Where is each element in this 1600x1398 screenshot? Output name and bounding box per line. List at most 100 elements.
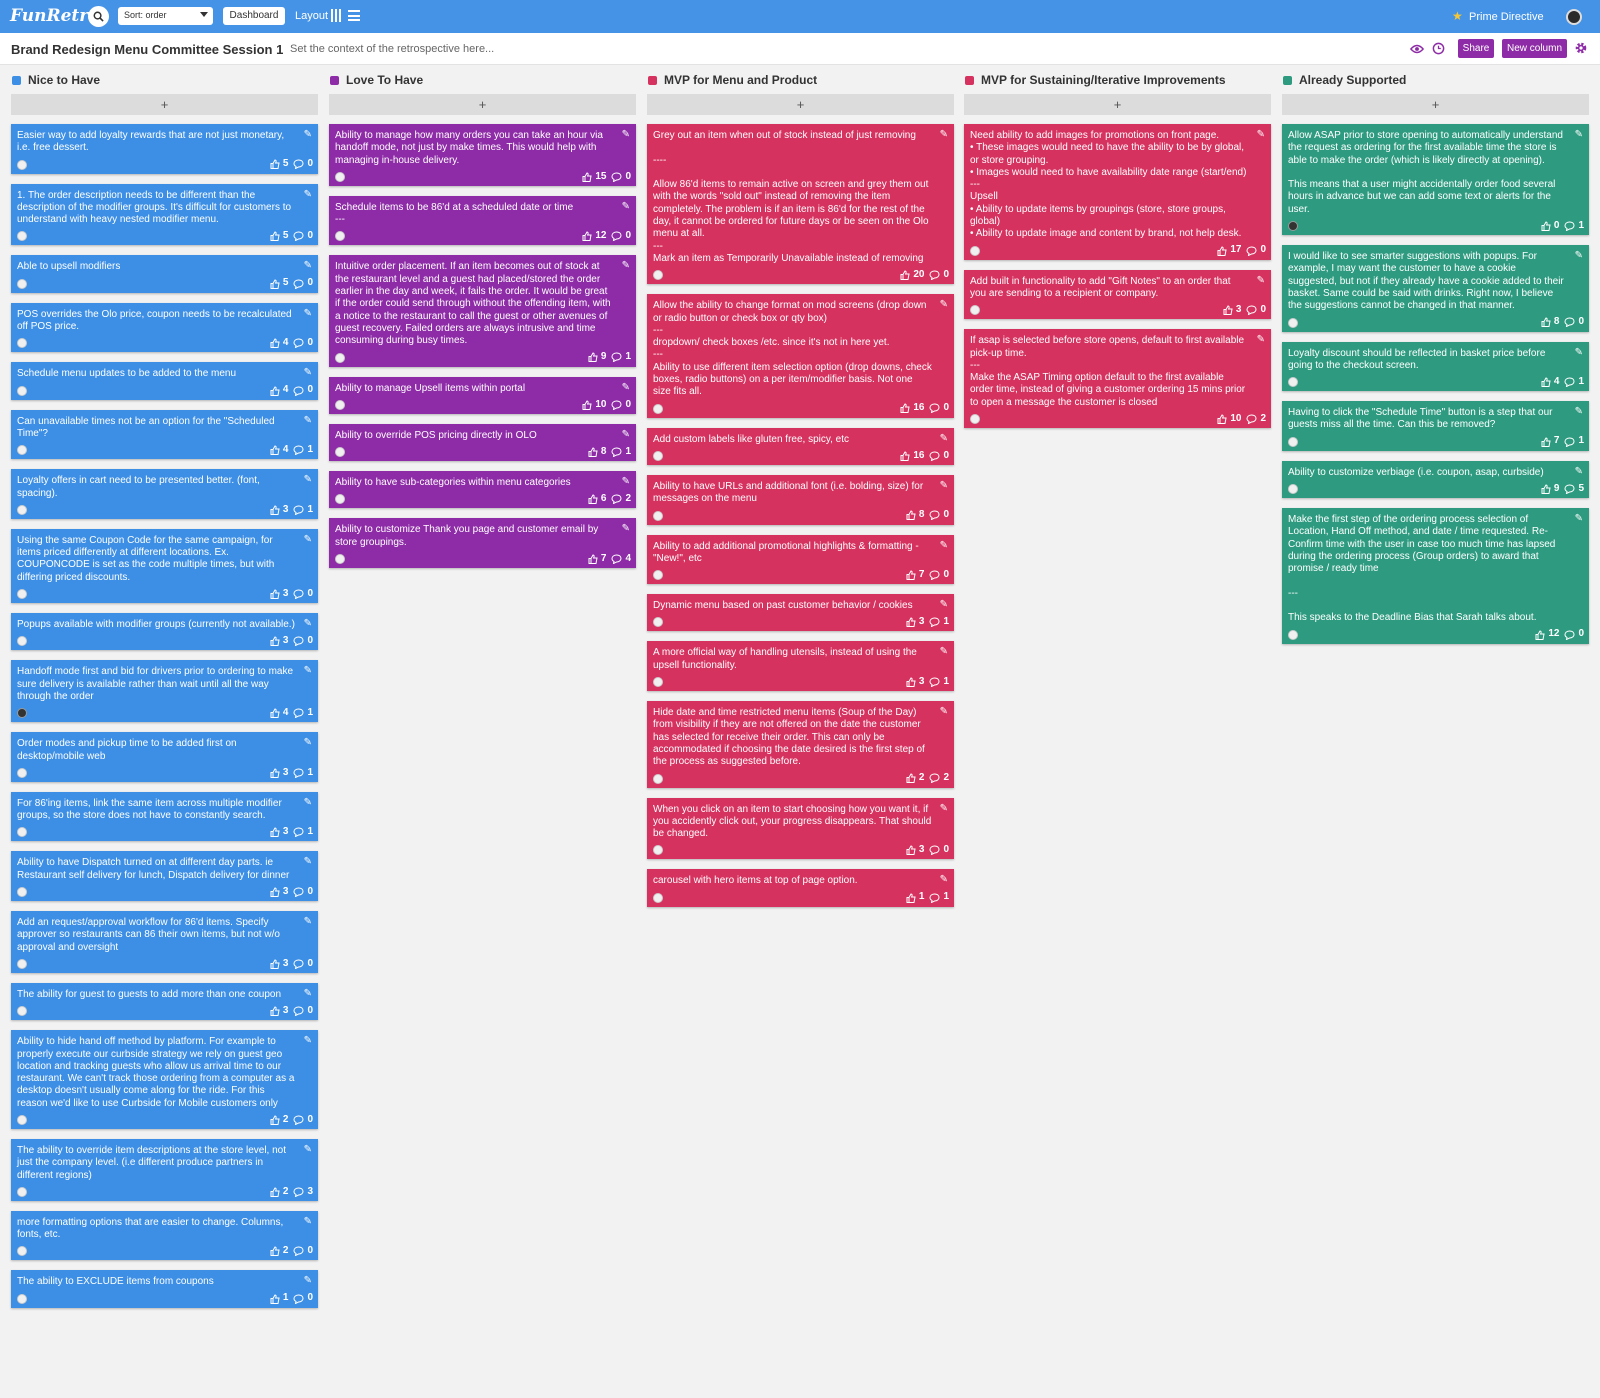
retro-card[interactable]: Ability to override POS pricing directly… — [329, 423, 636, 462]
retro-card[interactable]: Can unavailable times not be an option f… — [11, 409, 318, 460]
retro-card[interactable]: Hide date and time restricted menu items… — [647, 701, 954, 788]
pencil-icon[interactable]: ✎ — [304, 1144, 312, 1156]
thumbs-up-icon[interactable] — [1541, 437, 1551, 447]
thumbs-up-icon[interactable] — [270, 386, 280, 396]
thumbs-up-icon[interactable] — [906, 773, 916, 784]
pencil-icon[interactable]: ✎ — [940, 599, 948, 611]
thumbs-up-icon[interactable] — [270, 1294, 280, 1304]
clock-icon[interactable] — [1432, 42, 1445, 55]
column-title[interactable]: Nice to Have — [28, 73, 100, 87]
gear-icon[interactable] — [1574, 41, 1588, 55]
new-column-button[interactable]: New column — [1502, 39, 1567, 58]
comment-icon[interactable] — [293, 768, 304, 778]
comment-icon[interactable] — [293, 1187, 304, 1197]
pencil-icon[interactable]: ✎ — [622, 201, 630, 213]
pencil-icon[interactable]: ✎ — [1575, 250, 1583, 262]
user-avatar[interactable] — [1566, 9, 1582, 25]
pencil-icon[interactable]: ✎ — [304, 797, 312, 809]
board-title[interactable]: Brand Redesign Menu Committee Session 1 — [11, 42, 283, 57]
thumbs-up-icon[interactable] — [1535, 630, 1545, 640]
comment-icon[interactable] — [293, 887, 304, 897]
thumbs-up-icon[interactable] — [588, 554, 598, 564]
retro-card[interactable]: Loyalty discount should be reflected in … — [1282, 341, 1589, 392]
retro-card[interactable]: Ability to have sub-categories within me… — [329, 471, 636, 509]
pencil-icon[interactable]: ✎ — [1575, 347, 1583, 359]
thumbs-up-icon[interactable] — [588, 447, 598, 457]
retro-card[interactable]: Dynamic menu based on past customer beha… — [647, 594, 954, 632]
comment-icon[interactable] — [929, 403, 940, 414]
comment-icon[interactable] — [1246, 305, 1257, 316]
pencil-icon[interactable]: ✎ — [622, 382, 630, 394]
pencil-icon[interactable]: ✎ — [304, 737, 312, 749]
thumbs-up-icon[interactable] — [906, 617, 916, 628]
comment-icon[interactable] — [293, 338, 304, 349]
retro-card[interactable]: Schedule items to be 86'd at a scheduled… — [329, 195, 636, 246]
retro-card[interactable]: Ability to manage how many orders you ca… — [329, 124, 636, 186]
thumbs-up-icon[interactable] — [1541, 484, 1551, 494]
retro-card[interactable]: Allow the ability to change format on mo… — [647, 294, 954, 418]
thumbs-up-icon[interactable] — [900, 270, 910, 281]
thumbs-up-icon[interactable] — [270, 768, 280, 778]
comment-icon[interactable] — [293, 445, 304, 456]
comment-icon[interactable] — [929, 570, 940, 580]
pencil-icon[interactable]: ✎ — [304, 367, 312, 379]
comment-icon[interactable] — [293, 386, 304, 396]
comment-icon[interactable] — [293, 708, 304, 719]
funretro-logo[interactable]: FunRetro — [10, 6, 100, 26]
prime-directive-link[interactable]: Prime Directive — [1469, 11, 1544, 23]
thumbs-up-icon[interactable] — [906, 510, 916, 521]
comment-icon[interactable] — [929, 845, 940, 856]
thumbs-up-icon[interactable] — [270, 1115, 280, 1125]
pencil-icon[interactable]: ✎ — [940, 874, 948, 886]
pencil-icon[interactable]: ✎ — [622, 129, 630, 141]
retro-card[interactable]: Order modes and pickup time to be added … — [11, 732, 318, 782]
retro-card[interactable]: When you click on an item to start choos… — [647, 797, 954, 860]
pencil-icon[interactable]: ✎ — [304, 474, 312, 486]
thumbs-up-icon[interactable] — [270, 338, 280, 349]
pencil-icon[interactable]: ✎ — [940, 706, 948, 718]
retro-card[interactable]: The ability to EXCLUDE items from coupon… — [11, 1270, 318, 1308]
comment-icon[interactable] — [611, 554, 622, 564]
pencil-icon[interactable]: ✎ — [940, 540, 948, 552]
thumbs-up-icon[interactable] — [906, 570, 916, 580]
comment-icon[interactable] — [929, 270, 940, 281]
retro-card[interactable]: Ability to hide hand off method by platf… — [11, 1030, 318, 1129]
comment-icon[interactable] — [929, 510, 940, 521]
comment-icon[interactable] — [611, 172, 622, 182]
thumbs-up-icon[interactable] — [270, 1246, 280, 1257]
comment-icon[interactable] — [293, 231, 304, 242]
comment-icon[interactable] — [293, 1115, 304, 1125]
add-card-button[interactable]: + — [647, 94, 954, 115]
rows-icon[interactable] — [348, 10, 360, 21]
comment-icon[interactable] — [611, 231, 622, 242]
eye-icon[interactable] — [1410, 43, 1424, 55]
retro-card[interactable]: Need ability to add images for promotion… — [964, 124, 1271, 260]
retro-card[interactable]: more formatting options that are easier … — [11, 1210, 318, 1261]
thumbs-up-icon[interactable] — [270, 636, 280, 647]
pencil-icon[interactable]: ✎ — [304, 415, 312, 427]
sort-select[interactable]: Sort: order — [118, 7, 213, 25]
comment-icon[interactable] — [1564, 437, 1575, 447]
column-title[interactable]: MVP for Menu and Product — [664, 73, 817, 87]
retro-card[interactable]: Ability to have URLs and additional font… — [647, 474, 954, 525]
retro-card[interactable]: A more official way of handling utensils… — [647, 641, 954, 692]
column-title[interactable]: Already Supported — [1299, 73, 1406, 87]
pencil-icon[interactable]: ✎ — [1575, 466, 1583, 478]
thumbs-up-icon[interactable] — [906, 893, 916, 903]
pencil-icon[interactable]: ✎ — [1257, 334, 1265, 346]
retro-card[interactable]: Grey out an item when out of stock inste… — [647, 124, 954, 285]
thumbs-up-icon[interactable] — [270, 279, 280, 289]
comment-icon[interactable] — [293, 1246, 304, 1257]
comment-icon[interactable] — [929, 617, 940, 628]
thumbs-up-icon[interactable] — [270, 827, 280, 838]
retro-card[interactable]: Using the same Coupon Code for the same … — [11, 528, 318, 604]
comment-icon[interactable] — [1564, 630, 1575, 640]
comment-icon[interactable] — [929, 677, 940, 687]
thumbs-up-icon[interactable] — [906, 677, 916, 687]
pencil-icon[interactable]: ✎ — [304, 618, 312, 630]
search-button[interactable] — [88, 6, 109, 27]
retro-card[interactable]: The ability to override item description… — [11, 1138, 318, 1201]
comment-icon[interactable] — [1246, 414, 1257, 424]
comment-icon[interactable] — [293, 159, 304, 170]
thumbs-up-icon[interactable] — [1541, 377, 1551, 387]
